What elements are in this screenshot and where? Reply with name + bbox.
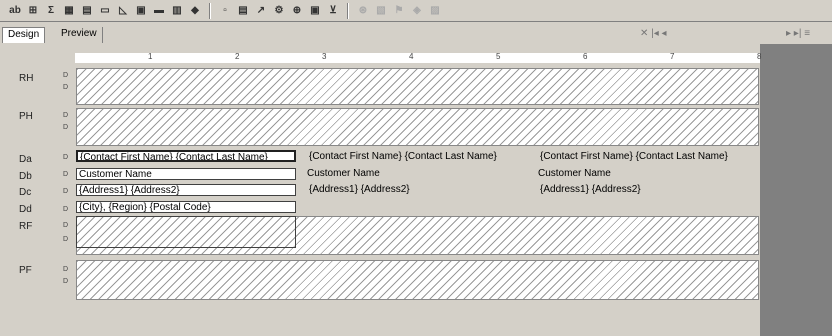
field-contact-name-2[interactable]: {Contact First Name} {Contact Last Name} <box>307 151 527 163</box>
report-footer-box[interactable] <box>76 216 296 248</box>
ruler-mark: 1 <box>148 52 153 61</box>
field-address-2[interactable]: {Address1} {Address2} <box>307 184 527 196</box>
field-customer-name-2[interactable]: Customer Name <box>305 168 415 180</box>
horizontal-ruler: 1 2 3 4 5 6 7 8 <box>75 52 762 63</box>
toolbar-button-icon[interactable]: ⊕ <box>290 4 304 18</box>
band-marker-icon: D <box>63 171 69 178</box>
page-nav-forward[interactable]: ▸ ▸| ≡ <box>786 28 810 39</box>
band-report-header[interactable] <box>76 68 759 105</box>
band-marker-icon: D <box>63 236 69 243</box>
band-marker-icon: D <box>63 124 69 131</box>
toolbar-button-icon[interactable]: ⊞ <box>26 4 40 18</box>
band-label-dd[interactable]: Dd <box>19 204 32 215</box>
ruler-mark: 8 <box>757 52 762 61</box>
toolbar-button-icon[interactable]: ▦ <box>62 4 76 18</box>
band-marker-icon: D <box>63 266 69 273</box>
toolbar-button-icon[interactable]: ⚙ <box>272 4 286 18</box>
ruler-mark: 5 <box>496 52 501 61</box>
toolbar-button-icon[interactable]: ◆ <box>188 4 202 18</box>
band-marker-icon: D <box>63 206 69 213</box>
field-customer-name-3[interactable]: Customer Name <box>536 168 646 180</box>
band-label-rf[interactable]: RF <box>19 221 32 232</box>
page-nav-controls[interactable]: ✕ |◂ ◂ <box>640 28 667 39</box>
band-label-pf[interactable]: PF <box>19 265 32 276</box>
toolbar-separator <box>347 2 349 19</box>
toolbar-button-icon[interactable]: ↗ <box>254 4 268 18</box>
field-contact-name-3[interactable]: {Contact First Name} {Contact Last Name} <box>538 151 758 163</box>
band-marker-icon: D <box>63 84 69 91</box>
band-marker-icon: D <box>63 154 69 161</box>
ruler-mark: 6 <box>583 52 588 61</box>
band-label-db[interactable]: Db <box>19 171 32 182</box>
toolbar-button-icon[interactable]: ⊛ <box>356 4 370 18</box>
band-label-da[interactable]: Da <box>19 154 32 165</box>
band-page-header[interactable] <box>76 108 759 146</box>
band-marker-icon: D <box>63 112 69 119</box>
tab-design[interactable]: Design <box>2 27 46 43</box>
ruler-mark: 2 <box>235 52 240 61</box>
toolbar-button-icon[interactable]: ▣ <box>308 4 322 18</box>
toolbar-button-icon[interactable]: ▤ <box>80 4 94 18</box>
field-address-3[interactable]: {Address1} {Address2} <box>538 184 758 196</box>
toolbar: ab ⊞ Σ ▦ ▤ ▭ ◺ ▣ ▬ ▥ ◆ ▫ ▤ ↗ ⚙ ⊕ ▣ ⊻ ⊛ ▧ ⚑ ◈ ▨ <box>0 0 832 22</box>
band-marker-icon: D <box>63 222 69 229</box>
toolbar-button-icon[interactable]: ▬ <box>152 4 166 18</box>
workspace-background <box>760 44 832 336</box>
band-marker-icon: D <box>63 72 69 79</box>
toolbar-button-icon[interactable]: ▥ <box>170 4 184 18</box>
band-marker-icon: D <box>63 278 69 285</box>
band-label-ph[interactable]: PH <box>19 111 33 122</box>
toolbar-button-icon[interactable]: ▧ <box>374 4 388 18</box>
toolbar-button-icon[interactable]: ▤ <box>236 4 250 18</box>
toolbar-button-icon[interactable]: ab <box>8 4 22 18</box>
field-contact-name-1[interactable]: {Contact First Name} {Contact Last Name} <box>76 150 296 162</box>
toolbar-button-icon[interactable]: ▫ <box>218 4 232 18</box>
toolbar-button-icon[interactable]: ⚑ <box>392 4 406 18</box>
toolbar-button-icon[interactable]: ▨ <box>428 4 442 18</box>
field-customer-name-1[interactable]: Customer Name <box>76 168 296 180</box>
field-city-region-postal[interactable]: {City}, {Region} {Postal Code} <box>76 201 296 213</box>
toolbar-button-icon[interactable]: ◈ <box>410 4 424 18</box>
field-address-1[interactable]: {Address1} {Address2} <box>76 184 296 196</box>
band-gutter <box>0 44 70 336</box>
toolbar-separator <box>209 2 211 19</box>
band-label-dc[interactable]: Dc <box>19 187 31 198</box>
toolbar-button-icon[interactable]: Σ <box>44 4 58 18</box>
tab-bar: Design Preview ✕ |◂ ◂ ▸ ▸| ≡ <box>0 24 832 44</box>
toolbar-button-icon[interactable]: ⊻ <box>326 4 340 18</box>
ruler-mark: 4 <box>409 52 414 61</box>
ruler-mark: 3 <box>322 52 327 61</box>
tab-preview[interactable]: Preview <box>56 27 103 43</box>
band-marker-icon: D <box>63 188 69 195</box>
band-page-footer[interactable] <box>76 260 759 300</box>
toolbar-button-icon[interactable]: ▭ <box>98 4 112 18</box>
ruler-mark: 7 <box>670 52 675 61</box>
toolbar-button-icon[interactable]: ▣ <box>134 4 148 18</box>
band-label-rh[interactable]: RH <box>19 73 33 84</box>
toolbar-button-icon[interactable]: ◺ <box>116 4 130 18</box>
